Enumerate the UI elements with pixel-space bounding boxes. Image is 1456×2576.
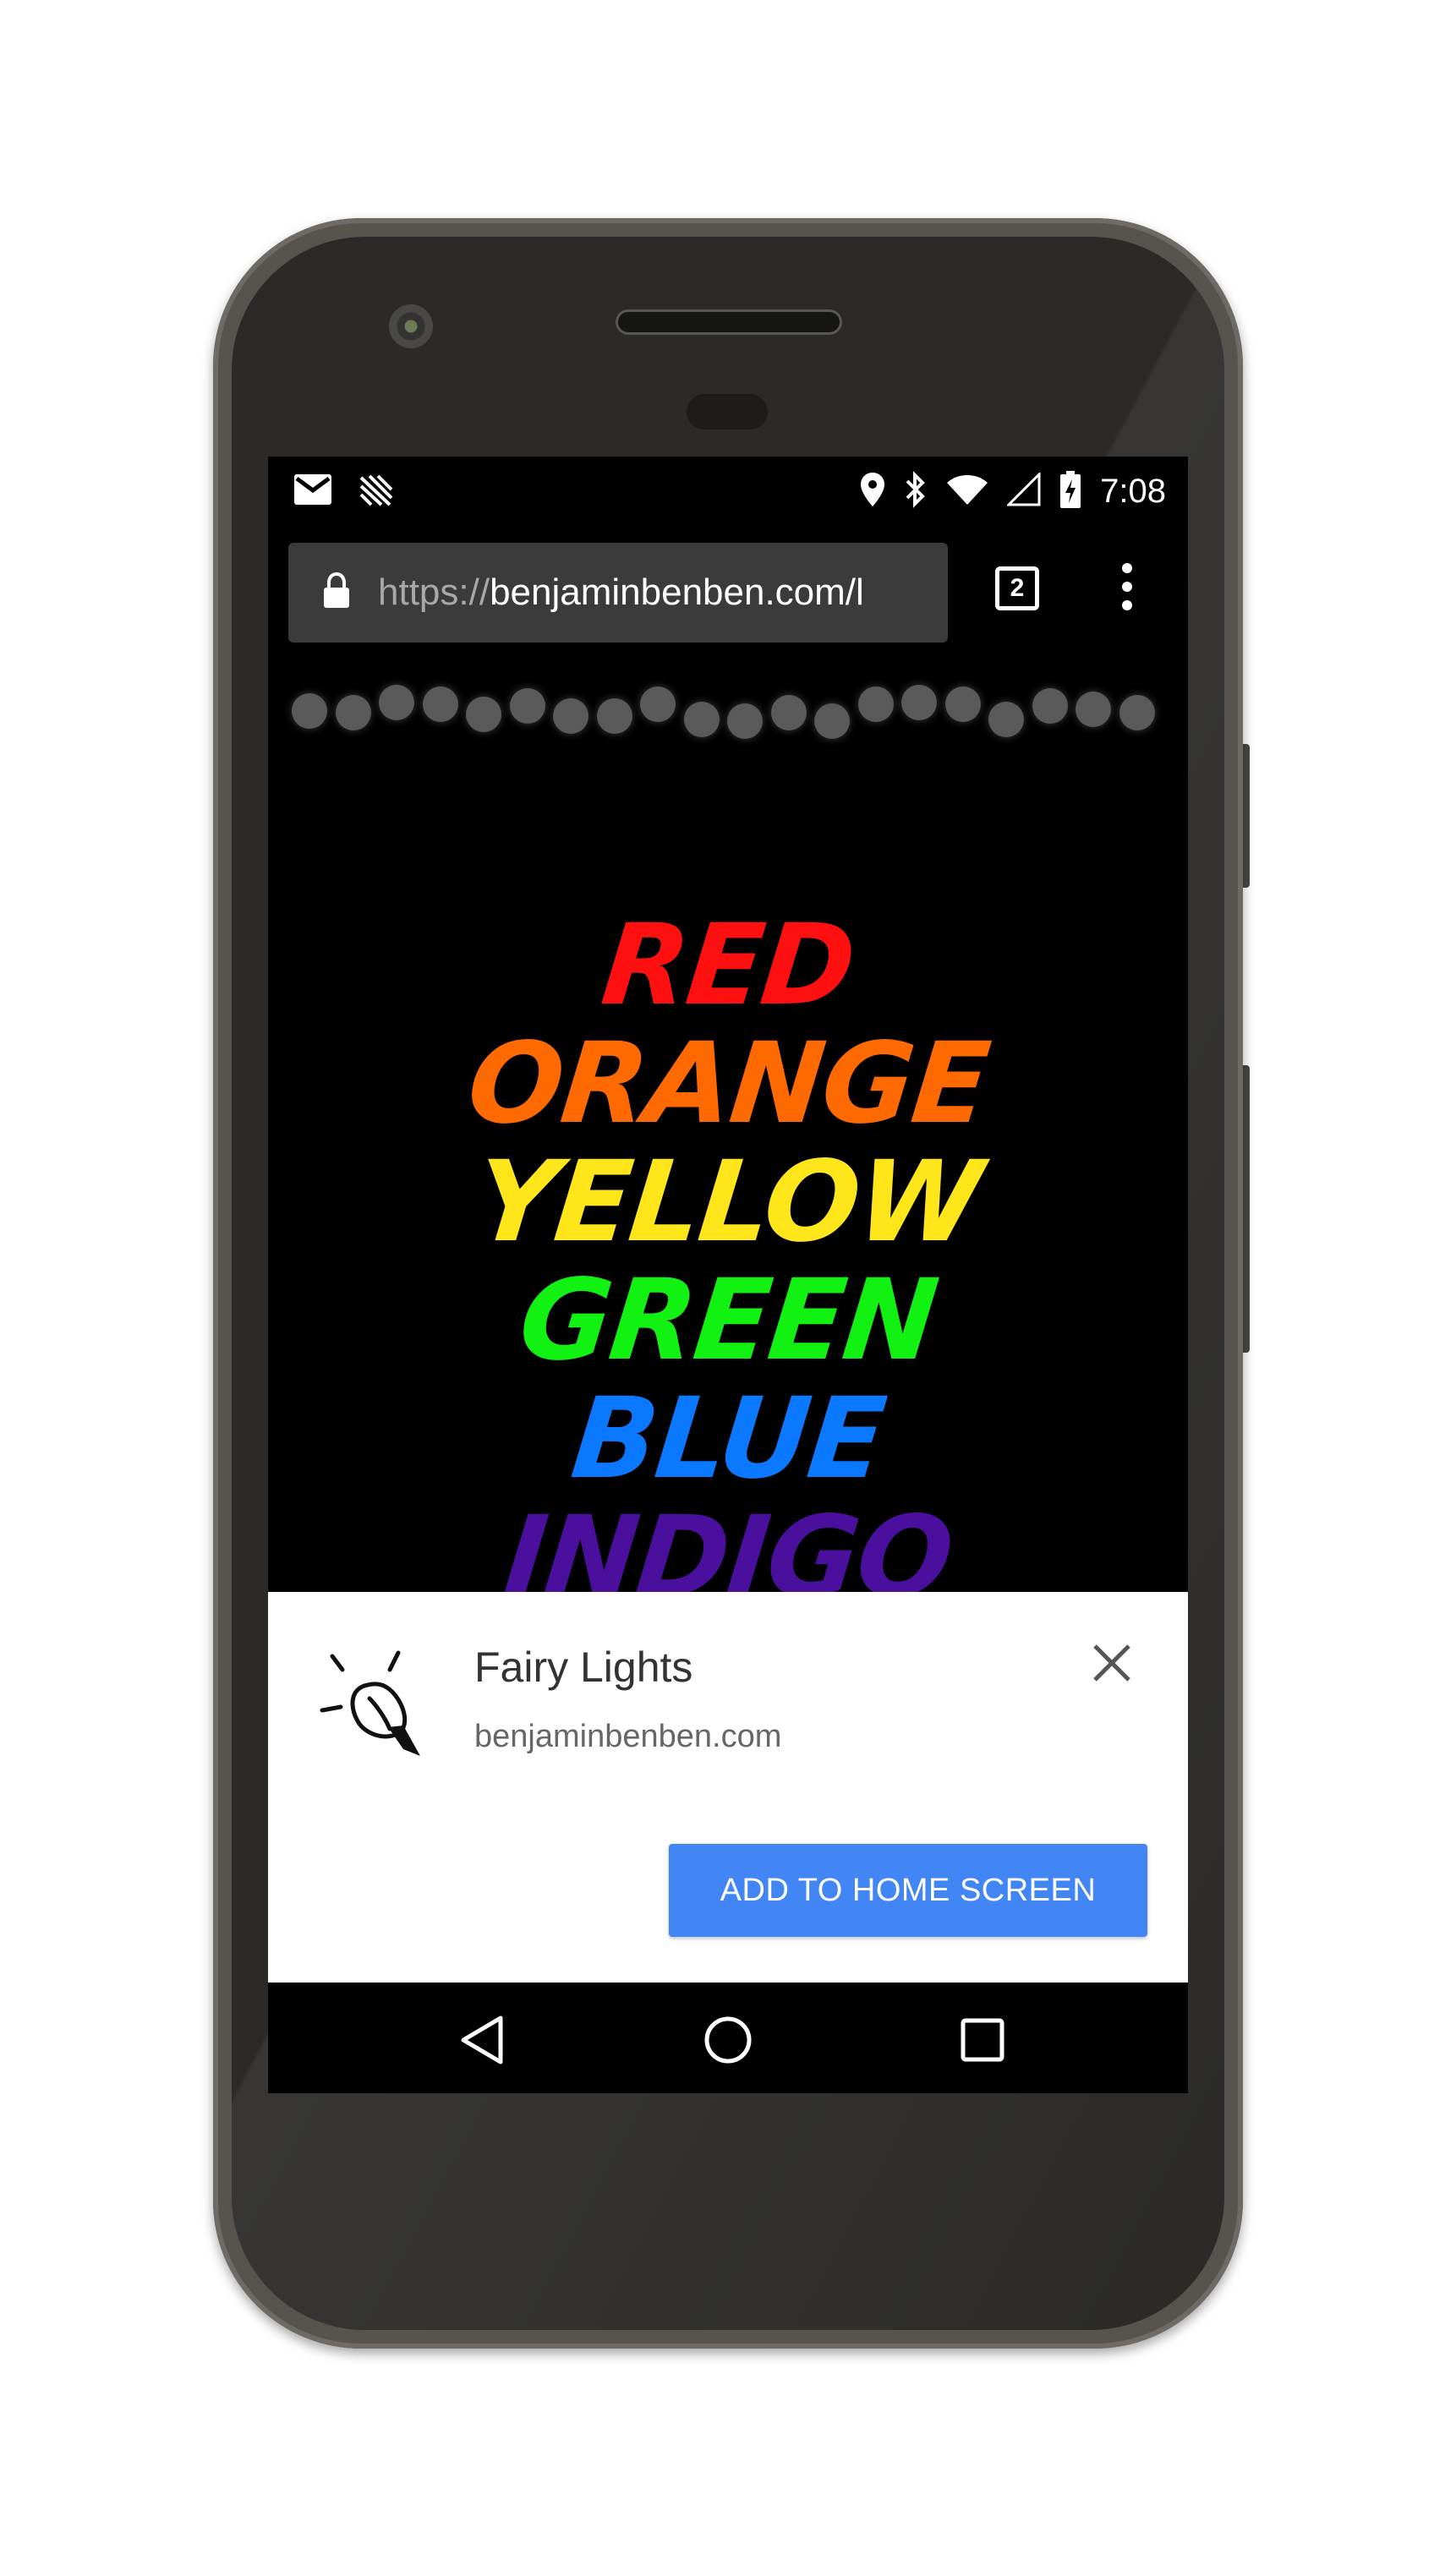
- browser-toolbar: https://benjaminbenben.com/l 2: [268, 526, 1188, 653]
- app-title: Fairy Lights: [474, 1643, 693, 1691]
- status-bar: 7:08: [268, 457, 1188, 526]
- app-url: benjaminbenben.com: [474, 1719, 782, 1754]
- tab-switcher-button[interactable]: 2: [995, 566, 1039, 610]
- fairy-light-bulb: [683, 702, 720, 737]
- color-word-red: RED: [596, 900, 860, 1031]
- tab-count: 2: [1010, 574, 1025, 602]
- color-word-yellow: YELLOW: [469, 1137, 987, 1267]
- fairy-light-bulb: [1032, 688, 1068, 724]
- fairy-light-bulb: [509, 688, 545, 724]
- color-word-blue: BLUE: [566, 1374, 890, 1504]
- fairy-light-bulb: [596, 698, 632, 734]
- earpiece-speaker: [616, 309, 842, 335]
- location-icon: [860, 472, 885, 511]
- add-to-home-screen-button[interactable]: ADD TO HOME SCREEN: [669, 1844, 1147, 1937]
- fairy-light-bulb: [292, 693, 327, 729]
- close-icon[interactable]: [1088, 1639, 1136, 1687]
- overflow-menu-icon[interactable]: [1114, 563, 1141, 615]
- color-word-green: GREEN: [513, 1255, 943, 1386]
- fairy-light-bulb: [770, 695, 807, 730]
- web-content: RED ORANGE YELLOW GREEN BLUE INDIGO: [268, 653, 1188, 1622]
- fairy-light-bulb: [422, 686, 458, 722]
- recents-icon[interactable]: [949, 2006, 1016, 2074]
- status-time: 7:08: [1100, 472, 1166, 510]
- fairy-light-bulb: [640, 686, 676, 722]
- fairy-light-bulb: [901, 685, 937, 720]
- fairy-light-bulb: [1076, 692, 1111, 727]
- add-to-home-banner: Fairy Lights benjaminbenben.com ADD TO H…: [268, 1592, 1188, 1983]
- home-icon[interactable]: [694, 2006, 762, 2074]
- bluetooth-icon: [904, 470, 928, 512]
- back-icon[interactable]: [448, 2006, 516, 2074]
- proximity-sensor: [687, 394, 768, 429]
- fairy-light-bulb: [857, 686, 894, 722]
- color-list: RED ORANGE YELLOW GREEN BLUE INDIGO: [268, 900, 1188, 1622]
- fairy-light-bulb: [944, 686, 981, 722]
- url-host: benjaminbenben.com/l: [490, 572, 864, 613]
- url-scheme: https://: [378, 572, 490, 613]
- url-bar[interactable]: https://benjaminbenben.com/l: [288, 543, 948, 643]
- phone-screen: 7:08 https://benjaminbenben.com/l 2 RED …: [268, 457, 1188, 2093]
- lock-icon: [322, 572, 351, 614]
- front-camera: [389, 304, 433, 348]
- gmail-icon: [293, 473, 332, 510]
- navigation-bar: [268, 1983, 1188, 2093]
- fairy-light-bulb-icon: [315, 1644, 434, 1767]
- fairy-light-bulb: [379, 685, 414, 720]
- fairy-light-bulb: [727, 703, 763, 739]
- fairy-light-bulb: [335, 695, 371, 730]
- signal-icon: [1005, 470, 1041, 511]
- fairy-light-bulb: [553, 698, 588, 734]
- fairy-light-bulb: [988, 702, 1024, 737]
- battery-charging-icon: [1059, 470, 1081, 512]
- color-word-orange: ORANGE: [462, 1019, 994, 1149]
- fairy-light-bulb: [814, 703, 850, 739]
- fairy-light-bulb: [466, 697, 501, 732]
- wifi-icon: [946, 473, 988, 511]
- cast-icon: [358, 473, 395, 511]
- url-text: https://benjaminbenben.com/l: [378, 572, 864, 614]
- fairy-light-bulb: [1119, 695, 1155, 730]
